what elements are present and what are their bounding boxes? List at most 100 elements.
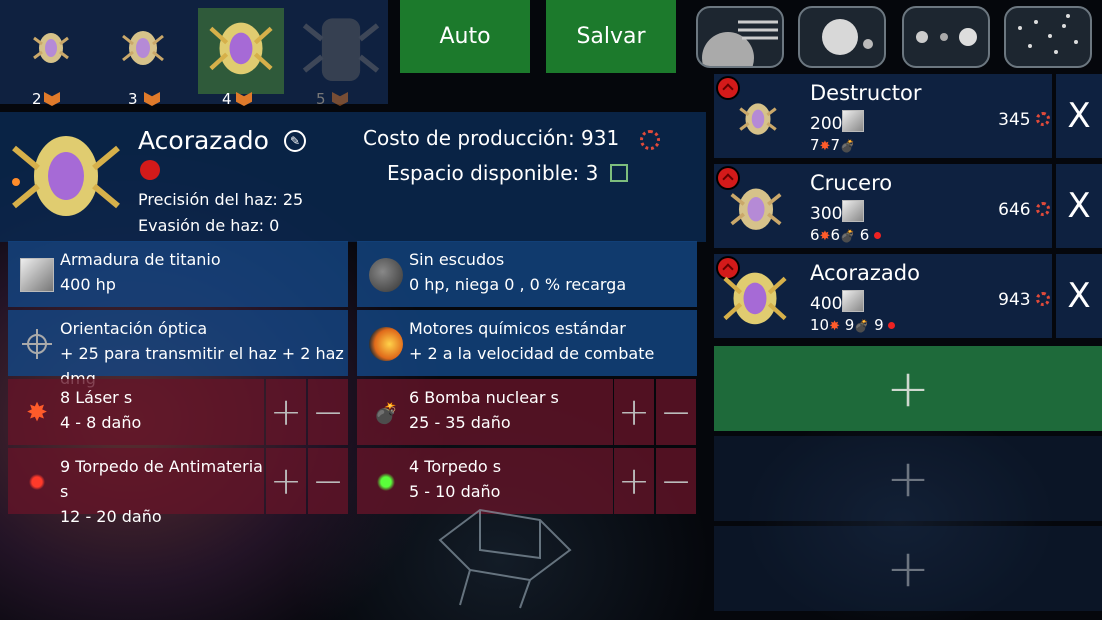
cost-value: 646 <box>998 200 1031 220</box>
remove-acorazado-button[interactable]: X <box>1056 254 1102 338</box>
laser-icon: ✸ <box>819 139 831 154</box>
fleet-item-destructor[interactable]: Destructor 200 345 7✸7💣 <box>714 74 1052 158</box>
galaxy-view-button[interactable] <box>1004 6 1092 68</box>
component-shield[interactable]: Sin escudos 0 hp, niega 0 , 0 % recarga <box>357 241 697 307</box>
production-gear-icon <box>640 130 660 150</box>
fleet-cost: 943 <box>998 290 1050 310</box>
moon-view-button[interactable] <box>798 6 886 68</box>
save-button[interactable]: Salvar <box>546 0 676 73</box>
galaxy-view-icon <box>1018 14 1078 54</box>
fleet-item-crucero[interactable]: Crucero 300 646 6✸6💣 6 <box>714 164 1052 248</box>
small-ship-icon <box>33 33 69 63</box>
design-name: Acorazado <box>138 126 269 155</box>
add-nuclear-bomb-button[interactable]: + <box>614 379 654 445</box>
battleship-icon <box>723 272 787 325</box>
component-desc: + 2 a la velocidad de combate <box>409 344 655 363</box>
component-targeting[interactable]: Orientación óptica + 25 para transmitir … <box>8 310 348 388</box>
beam-evasion: Evasión de haz: 0 <box>138 216 280 235</box>
cruiser-icon <box>730 188 782 230</box>
remove-destructor-button[interactable]: X <box>1056 74 1102 158</box>
ship-class-slot-3[interactable]: 4 <box>198 8 284 108</box>
auto-button[interactable]: Auto <box>400 0 530 73</box>
component-armor[interactable]: Armadura de titanio 400 hp <box>8 241 348 307</box>
bomb-count: 7 <box>830 136 840 154</box>
torpedo-icon <box>369 465 403 499</box>
nuke-icon: 💣 <box>840 139 855 153</box>
solar-system-view-button[interactable] <box>902 6 990 68</box>
weapon-damage: 25 - 35 daño <box>409 413 511 432</box>
rank-chevron-icon <box>144 92 160 106</box>
torpedo-icon <box>888 322 896 329</box>
ship-class-slot-1[interactable]: 2 <box>8 8 94 108</box>
ship-class-slot-2[interactable]: 3 <box>100 8 186 108</box>
add-torpedo-button[interactable]: + <box>614 448 654 514</box>
battleship-icon <box>209 22 273 75</box>
component-title: Motores químicos estándar <box>409 319 626 338</box>
cost-value: 345 <box>998 110 1031 130</box>
armor-icon <box>842 200 865 222</box>
dreadnought-icon <box>302 18 380 82</box>
weapon-title: 8 Láser s <box>60 388 133 407</box>
fleet-armor: 300 <box>810 200 865 224</box>
planet-rings-view-icon <box>702 20 778 66</box>
fleet-ship-name: Acorazado <box>810 261 920 285</box>
remove-nuclear-bomb-button[interactable]: − <box>656 379 696 445</box>
fleet-cost: 646 <box>998 200 1050 220</box>
add-antimatter-torpedo-button[interactable]: + <box>266 448 306 514</box>
engine-flame-icon <box>369 327 403 361</box>
ship-count: 4 <box>222 90 232 108</box>
armor-value: 300 <box>810 204 843 224</box>
remove-crucero-button[interactable]: X <box>1056 164 1102 248</box>
component-engine[interactable]: Motores químicos estándar + 2 a la veloc… <box>357 310 697 376</box>
moon-view-icon <box>822 19 873 55</box>
upgrade-indicator-icon <box>140 160 160 180</box>
ship-class-slot-4-locked[interactable]: 5 <box>298 8 384 108</box>
ship-count: 3 <box>128 90 138 108</box>
laser-count: 7 <box>810 136 820 154</box>
weapon-damage: 12 - 20 daño <box>60 507 162 526</box>
weapon-laser[interactable]: ✸ 8 Láser s 4 - 8 daño <box>8 379 264 445</box>
fleet-item-acorazado[interactable]: Acorazado 400 943 10✸ 9💣 9 <box>714 254 1052 338</box>
crosshair-icon <box>22 329 52 359</box>
remove-torpedo-button[interactable]: − <box>656 448 696 514</box>
fleet-ship-name: Crucero <box>810 171 893 195</box>
fleet-armor: 200 <box>810 110 865 134</box>
planet-rings-view-button[interactable] <box>696 6 784 68</box>
production-gear-icon <box>1036 112 1050 126</box>
fleet-weapons: 6✸6💣 6 <box>810 226 882 244</box>
remove-antimatter-torpedo-button[interactable]: − <box>308 448 348 514</box>
production-gear-icon <box>1036 292 1050 306</box>
armor-value: 400 <box>810 294 843 314</box>
ship-count: 5 <box>316 90 326 108</box>
weapon-antimatter-torpedo[interactable]: 9 Torpedo de Antimateria s 12 - 20 daño <box>8 448 264 526</box>
remove-laser-button[interactable]: − <box>308 379 348 445</box>
medium-ship-icon <box>122 31 164 65</box>
weapon-title: 6 Bomba nuclear s <box>409 388 559 407</box>
rename-pencil-icon[interactable]: ✎ <box>284 130 306 152</box>
component-title: Orientación óptica <box>60 319 208 338</box>
laser-icon: ✸ <box>829 319 840 334</box>
ship-design-panel: Acorazado ✎ Precisión del haz: 25 Evasió… <box>0 112 706 242</box>
nuke-icon: 💣 <box>373 401 399 425</box>
weapon-nuclear-bomb[interactable]: 💣 6 Bomba nuclear s 25 - 35 daño <box>357 379 613 445</box>
weapon-title: 9 Torpedo de Antimateria s <box>60 457 263 501</box>
production-gear-icon <box>1036 202 1050 216</box>
armor-icon <box>842 110 865 132</box>
add-laser-button[interactable]: + <box>266 379 306 445</box>
bomb-count: 9 <box>844 316 855 334</box>
empty-ship-slot[interactable]: + <box>714 436 1102 521</box>
component-desc: 400 hp <box>60 275 116 294</box>
empty-ship-slot[interactable]: + <box>714 526 1102 611</box>
antimatter-torpedo-icon <box>20 465 54 499</box>
ship-class-strip: 2 3 4 5 <box>0 0 388 108</box>
torpedo-count: 9 <box>874 316 884 334</box>
battleship-portrait-icon <box>12 136 120 216</box>
ship-count: 2 <box>32 90 42 108</box>
armor-plate-icon <box>20 258 54 292</box>
fleet-ship-name: Destructor <box>810 81 922 105</box>
armor-icon <box>842 290 865 312</box>
fleet-armor: 400 <box>810 290 865 314</box>
available-space: Espacio disponible: 3 <box>387 161 599 185</box>
add-ship-slot-button[interactable]: + <box>714 346 1102 431</box>
production-cost: Costo de producción: 931 <box>363 126 620 150</box>
